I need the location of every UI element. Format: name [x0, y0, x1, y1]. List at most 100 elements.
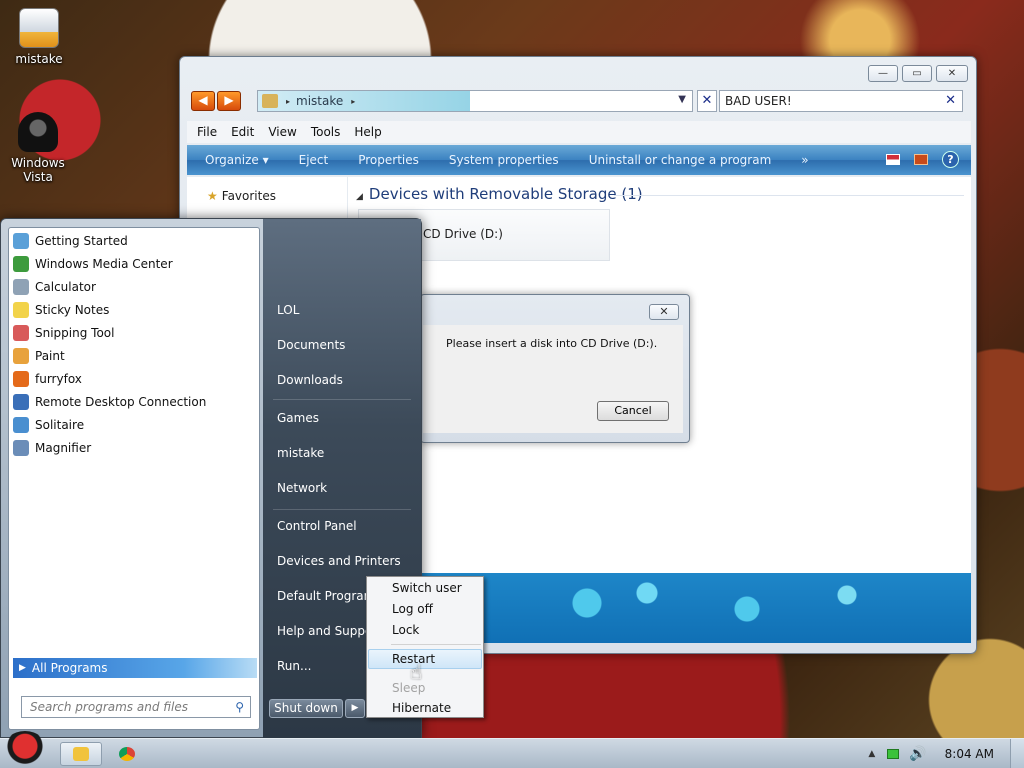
taskbar-button-browser[interactable] — [106, 742, 148, 766]
clear-search-icon[interactable]: ✕ — [945, 91, 956, 111]
start-link[interactable]: Network — [277, 481, 327, 495]
insert-disk-dialog: ✕ Please insert a disk into CD Drive (D:… — [420, 294, 690, 443]
program-item[interactable]: Remote Desktop Connection — [13, 391, 206, 413]
group-header[interactable]: ◢ Devices with Removable Storage (1) — [356, 185, 643, 203]
folder-icon — [73, 747, 89, 761]
maximize-button[interactable]: ▭ — [902, 65, 932, 82]
menu-view[interactable]: View — [268, 125, 296, 139]
search-input-value: BAD USER! — [725, 94, 792, 108]
start-search-input[interactable]: Search programs and files ⚲ — [21, 696, 251, 718]
address-dropdown-icon[interactable]: ▼ — [678, 94, 686, 105]
program-item[interactable]: Windows Media Center — [13, 253, 173, 275]
program-icon — [13, 325, 29, 341]
menu-item-sleep: Sleep — [392, 681, 426, 695]
taskbar-button-explorer[interactable] — [60, 742, 102, 766]
shutdown-options-arrow[interactable]: ▶ — [345, 699, 365, 718]
address-bar[interactable]: ▸ mistake ▸ ▼ — [257, 90, 693, 112]
program-icon — [13, 371, 29, 387]
program-item[interactable]: Paint — [13, 345, 65, 367]
program-label: Remote Desktop Connection — [35, 395, 207, 409]
dialog-close-button[interactable]: ✕ — [649, 304, 679, 320]
program-item[interactable]: furryfox — [13, 368, 82, 390]
search-input[interactable]: BAD USER! ✕ — [719, 90, 963, 112]
program-label: Solitaire — [35, 418, 85, 432]
show-hidden-icons-icon[interactable]: ▲ — [868, 749, 875, 759]
system-properties-button[interactable]: System properties — [449, 153, 559, 167]
organize-button[interactable]: Organize ▾ — [205, 153, 269, 167]
clock[interactable]: 8:04 AM — [945, 747, 994, 761]
minimize-button[interactable]: — — [868, 65, 898, 82]
nav-item-favorites[interactable]: ★ Favorites — [207, 189, 276, 203]
program-icon — [13, 233, 29, 249]
desktop-icon-mistake[interactable]: mistake — [4, 8, 74, 66]
menu-tools[interactable]: Tools — [311, 125, 341, 139]
menu-item-hibernate[interactable]: Hibernate — [368, 698, 482, 718]
start-link[interactable]: Devices and Printers — [277, 554, 401, 568]
all-programs-button[interactable]: ▶ All Programs — [13, 658, 257, 678]
start-link[interactable]: Control Panel — [277, 519, 357, 533]
collapse-triangle-icon[interactable]: ◢ — [356, 192, 363, 202]
program-item[interactable]: Calculator — [13, 276, 96, 298]
menu-item-lock[interactable]: Lock — [368, 620, 482, 640]
program-item[interactable]: Magnifier — [13, 437, 91, 459]
program-item[interactable]: Sticky Notes — [13, 299, 109, 321]
system-tray: ▲ 🔊 8:04 AM — [868, 739, 1024, 768]
desktop-icon-label: Windows Vista — [11, 156, 65, 184]
group-header-label: Devices with Removable Storage (1) — [368, 185, 643, 203]
program-item[interactable]: Solitaire — [13, 414, 84, 436]
program-icon — [13, 440, 29, 456]
start-link[interactable]: Downloads — [277, 373, 343, 387]
start-link[interactable]: Documents — [277, 338, 345, 352]
menu-help[interactable]: Help — [354, 125, 381, 139]
forward-button[interactable]: ▶ — [217, 91, 241, 111]
arrow-right-icon: ▶ — [19, 663, 26, 673]
all-programs-label: All Programs — [31, 661, 108, 675]
program-item[interactable]: Snipping Tool — [13, 322, 114, 344]
search-icon[interactable]: ⚲ — [235, 697, 244, 717]
program-icon — [13, 302, 29, 318]
back-button[interactable]: ◀ — [191, 91, 215, 111]
change-view-icon[interactable] — [886, 154, 900, 165]
start-link[interactable]: mistake — [277, 446, 324, 460]
menu-item-switch-user[interactable]: Switch user — [368, 578, 482, 598]
close-button[interactable]: ✕ — [936, 65, 968, 82]
chrome-icon — [119, 747, 135, 761]
vista-logo-icon — [18, 112, 58, 152]
clear-address-button[interactable]: ✕ — [697, 90, 717, 112]
breadcrumb-separator[interactable]: ▸ — [351, 97, 355, 106]
uninstall-program-button[interactable]: Uninstall or change a program — [589, 153, 772, 167]
menu-item-log-off[interactable]: Log off — [368, 599, 482, 619]
separator — [273, 509, 411, 510]
start-search-placeholder: Search programs and files — [30, 700, 188, 714]
program-item[interactable]: Getting Started — [13, 230, 128, 252]
program-label: Getting Started — [35, 234, 128, 248]
volume-icon[interactable]: 🔊 — [909, 746, 926, 762]
menu-file[interactable]: File — [197, 125, 217, 139]
desktop-icon-windows-vista[interactable]: Windows Vista — [3, 112, 73, 184]
shutdown-button[interactable]: Shut down — [269, 699, 343, 718]
more-commands-button[interactable]: » — [801, 153, 808, 167]
start-link[interactable]: Run... — [277, 659, 311, 673]
window-controls: — ▭ ✕ — [868, 65, 968, 82]
drive-label: CD Drive (D:) — [423, 227, 503, 241]
breadcrumb-separator[interactable]: ▸ — [286, 97, 290, 106]
help-icon[interactable]: ? — [942, 151, 959, 168]
menu-item-restart[interactable]: Restart — [368, 649, 482, 669]
start-button[interactable] — [2, 731, 48, 768]
show-desktop-button[interactable] — [1010, 739, 1024, 768]
program-label: Sticky Notes — [35, 303, 110, 317]
eject-button[interactable]: Eject — [299, 153, 329, 167]
separator — [273, 399, 411, 400]
mouse-cursor-icon: ☝ — [410, 660, 423, 684]
menu-edit[interactable]: Edit — [231, 125, 254, 139]
preview-pane-icon[interactable] — [914, 154, 928, 165]
start-link[interactable]: Games — [277, 411, 319, 425]
start-link[interactable]: LOL — [277, 303, 299, 317]
star-icon: ★ — [207, 189, 218, 203]
properties-button[interactable]: Properties — [358, 153, 419, 167]
breadcrumb-mistake[interactable]: mistake — [296, 94, 343, 108]
program-icon — [13, 256, 29, 272]
menu-bar: File Edit View Tools Help — [187, 121, 971, 143]
cancel-button[interactable]: Cancel — [597, 401, 669, 421]
network-icon[interactable] — [887, 749, 900, 759]
